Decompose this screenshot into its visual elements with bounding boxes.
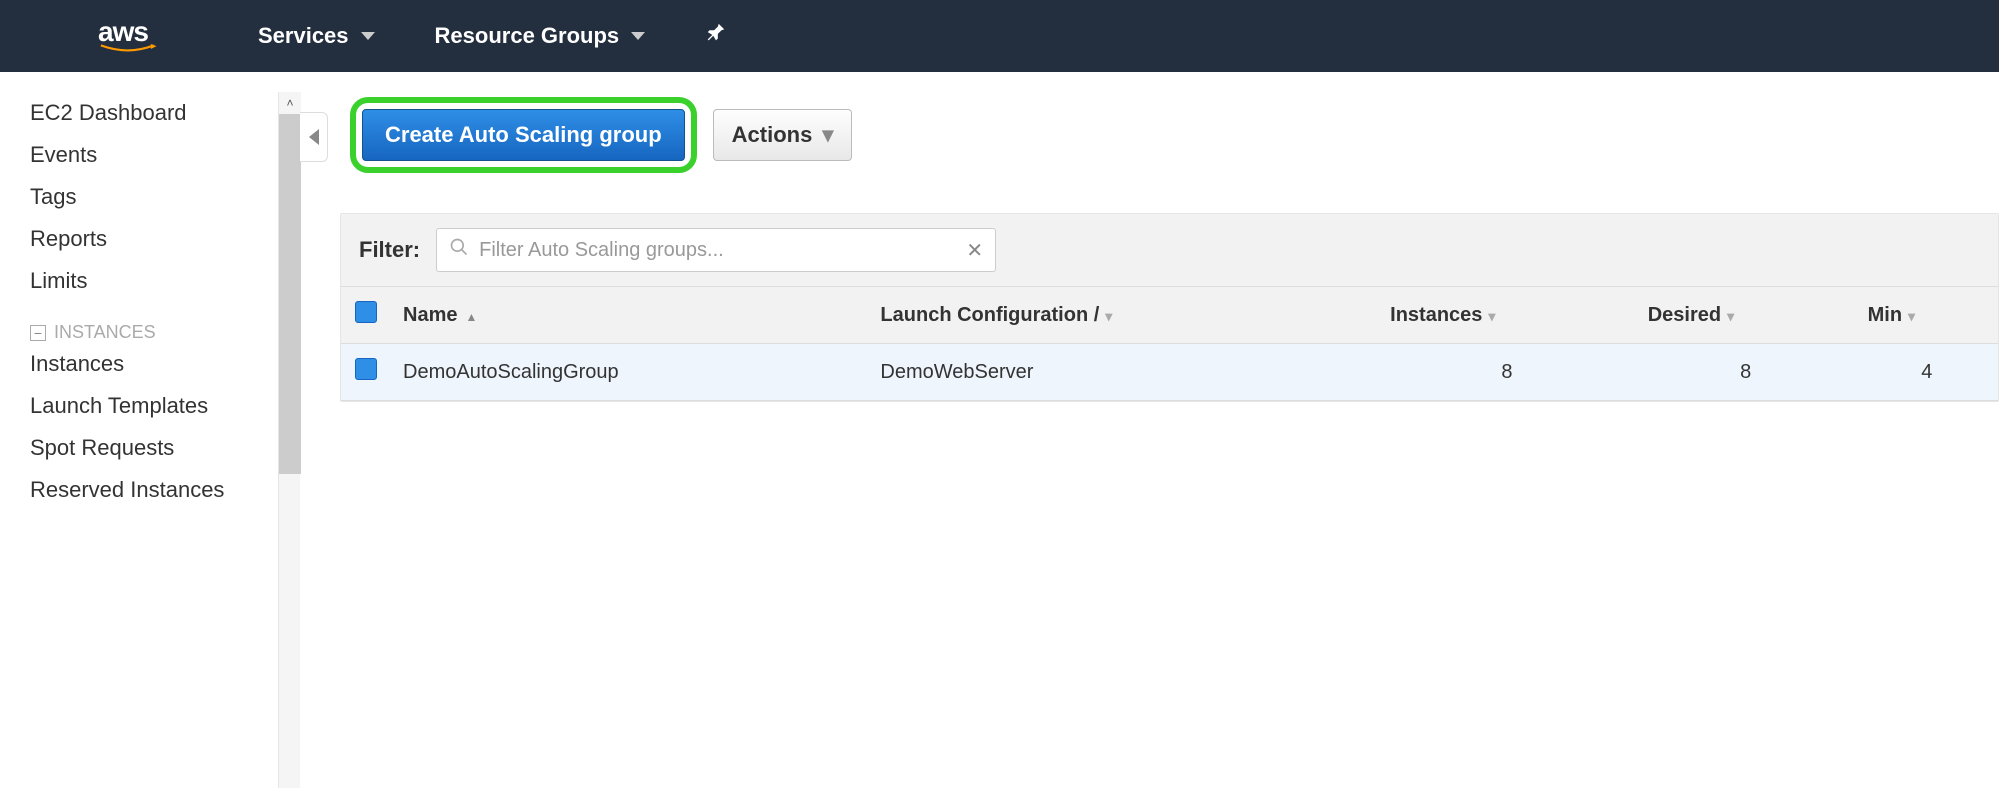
chevron-down-icon [631, 32, 645, 40]
scroll-up-icon[interactable]: ˄ [279, 92, 301, 114]
nav-services-label: Services [258, 23, 349, 49]
nav-resource-groups-label: Resource Groups [435, 23, 620, 49]
sidebar-collapse-handle[interactable] [300, 112, 328, 162]
clear-icon[interactable]: ✕ [966, 238, 983, 263]
filter-row: Filter: ✕ [341, 214, 1998, 286]
chevron-down-icon: ▾ [1105, 308, 1112, 324]
col-instances[interactable]: Instances▾ [1378, 287, 1636, 344]
select-all-checkbox[interactable] [355, 301, 377, 323]
chevron-down-icon: ▾ [1908, 308, 1915, 324]
row-select-cell [341, 344, 391, 401]
actions-dropdown-button[interactable]: Actions ▾ [713, 109, 853, 161]
sidebar-link-limits[interactable]: Limits [30, 260, 300, 302]
aws-smile-icon [98, 44, 158, 54]
nav-services[interactable]: Services [258, 23, 375, 49]
sidebar-link-ec2-dashboard[interactable]: EC2 Dashboard [30, 92, 300, 134]
chevron-down-icon: ▾ [1727, 308, 1734, 324]
toolbar: Create Auto Scaling group Actions ▾ [350, 97, 1999, 173]
sidebar-link-instances[interactable]: Instances [30, 343, 300, 385]
chevron-down-icon [361, 32, 375, 40]
table-header-row: Name Launch Configuration /▾ Instances▾ … [341, 287, 1998, 344]
col-name[interactable]: Name [391, 287, 868, 344]
col-min[interactable]: Min▾ [1856, 287, 1998, 344]
sidebar-scrollbar[interactable]: ˄ [278, 92, 300, 788]
aws-logo[interactable]: aws [98, 18, 158, 54]
sidebar-section-label: INSTANCES [54, 322, 156, 343]
filter-search-box[interactable]: ✕ [436, 228, 996, 272]
cell-instances: 8 [1378, 344, 1636, 401]
select-all-header [341, 287, 391, 344]
nav-items: Services Resource Groups [258, 22, 727, 51]
sidebar-link-spot-requests[interactable]: Spot Requests [30, 427, 300, 469]
nav-resource-groups[interactable]: Resource Groups [435, 23, 646, 49]
create-auto-scaling-group-button[interactable]: Create Auto Scaling group [362, 109, 685, 161]
highlight-ring: Create Auto Scaling group [350, 97, 697, 173]
sidebar-link-reserved-instances[interactable]: Reserved Instances [30, 469, 300, 511]
chevron-down-icon: ▾ [822, 122, 833, 148]
auto-scaling-groups-table: Name Launch Configuration /▾ Instances▾ … [341, 286, 1998, 401]
filter-label: Filter: [359, 237, 420, 263]
collapse-toggle-icon[interactable]: − [30, 325, 46, 341]
sidebar-section-instances: − INSTANCES [30, 322, 300, 343]
search-icon [449, 237, 469, 263]
content-area: Create Auto Scaling group Actions ▾ Filt… [300, 72, 1999, 788]
main-layout: EC2 Dashboard Events Tags Reports Limits… [0, 72, 1999, 788]
actions-label: Actions [732, 122, 813, 148]
cell-name: DemoAutoScalingGroup [391, 344, 868, 401]
aws-logo-text: aws [98, 18, 158, 46]
sidebar-link-launch-templates[interactable]: Launch Templates [30, 385, 300, 427]
scroll-thumb[interactable] [279, 114, 301, 474]
cell-min: 4 [1856, 344, 1998, 401]
sidebar: EC2 Dashboard Events Tags Reports Limits… [0, 72, 300, 788]
table-panel: Filter: ✕ Name Launch Conf [340, 213, 1999, 402]
sidebar-link-tags[interactable]: Tags [30, 176, 300, 218]
col-desired[interactable]: Desired▾ [1636, 287, 1856, 344]
pin-icon[interactable] [705, 22, 727, 51]
chevron-left-icon [309, 129, 319, 145]
table-row[interactable]: DemoAutoScalingGroup DemoWebServer 8 8 4 [341, 344, 1998, 401]
col-launch-configuration[interactable]: Launch Configuration /▾ [868, 287, 1378, 344]
row-checkbox[interactable] [355, 358, 377, 380]
cell-launch-config: DemoWebServer [868, 344, 1378, 401]
top-navbar: aws Services Resource Groups [0, 0, 1999, 72]
filter-input[interactable] [479, 239, 956, 262]
sidebar-link-events[interactable]: Events [30, 134, 300, 176]
cell-desired: 8 [1636, 344, 1856, 401]
chevron-down-icon: ▾ [1488, 308, 1495, 324]
sidebar-link-reports[interactable]: Reports [30, 218, 300, 260]
